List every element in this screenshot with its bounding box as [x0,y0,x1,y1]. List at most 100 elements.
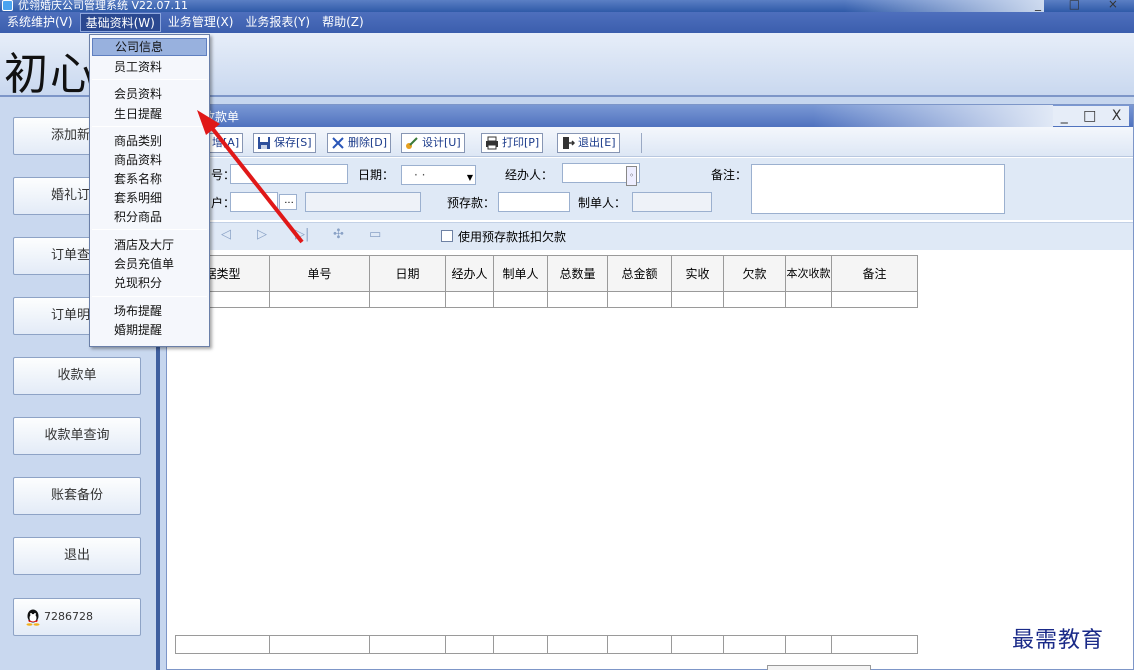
menu-item-wedding-date-reminder[interactable]: 婚期提醒 [92,321,207,339]
minimize-button[interactable]: _ [1061,108,1068,124]
print-button[interactable]: 打印[P] [481,133,544,153]
watermark: 最需教育 [1012,628,1105,653]
use-deposit-checkbox[interactable] [441,230,453,242]
handler-label: 经办人： [505,168,554,182]
menu-reports[interactable]: 业务报表(Y) [240,13,315,32]
add-button-label: 增[A] [212,136,240,149]
delete-button-label: 删除[D] [348,136,388,149]
date-picker[interactable]: · · ▼ [401,165,476,185]
toolbar-separator [641,133,642,153]
column-date[interactable]: 日期 [369,255,446,292]
remark-textarea[interactable] [751,164,1005,214]
receipt-window-titlebar[interactable]: 收款单 _ □ X [167,105,1133,127]
column-received[interactable]: 实收 [671,255,724,292]
menu-item-birthday-reminder[interactable]: 生日提醒 [92,105,207,123]
column-handler[interactable]: 经办人 [445,255,494,292]
window-controls[interactable]: _ □ × [1035,0,1130,11]
app-titlebar: 优翎婚庆公司管理系统 V22.07.11 _ □ × [0,0,1134,12]
receipt-grid: 据类型 单号 日期 经办人 制单人 总数量 总金额 实收 欠款 本次收款 备注 [175,255,918,308]
last-record-icon[interactable]: ▷| [295,227,309,242]
design-button[interactable]: 设计[U] [401,133,465,153]
next-record-icon[interactable]: ▷ [257,227,267,242]
dropdown-arrow-icon: ▼ [466,173,473,182]
customer-browse-button[interactable]: ... [279,194,297,210]
save-button[interactable]: 保存[S] [253,133,316,153]
menu-basic-data[interactable]: 基础资料(W) [79,13,161,32]
deposit-input[interactable] [498,192,570,212]
maximize-button[interactable]: □ [1083,108,1096,124]
creator-field [632,192,712,212]
titlebar-highlight [844,0,1044,12]
column-owed[interactable]: 欠款 [723,255,786,292]
nav-receipt-button[interactable]: 收款单 [13,357,141,395]
exit-door-icon [563,137,575,149]
nav-receipt-query-button[interactable]: 收款单查询 [13,417,141,455]
column-creator[interactable]: 制单人 [493,255,548,292]
menu-item-member-data[interactable]: 会员资料 [92,85,207,103]
prev-record-icon[interactable]: ◁ [221,227,231,242]
menu-item-employee-data[interactable]: 员工资料 [92,58,207,76]
titlebar-highlight [813,105,1053,127]
menu-system[interactable]: 系统维护(V) [2,13,78,32]
creator-label: 制单人： [578,196,627,210]
basic-data-dropdown: 公司信息 员工资料 会员资料 生日提醒 商品类别 商品资料 套系名称 套系明细 … [89,34,210,347]
menu-item-product-data[interactable]: 商品资料 [92,151,207,169]
menu-separator [92,229,207,230]
date-label: 日期： [358,168,395,182]
main-menubar: 系统维护(V) 基础资料(W) 业务管理(X) 业务报表(Y) 帮助(Z) [0,12,1134,33]
column-remark[interactable]: 备注 [831,255,918,292]
floppy-disk-icon [258,137,270,149]
menu-item-redeem-points[interactable]: 兑现积分 [92,274,207,292]
handler-select[interactable]: ◦ [562,163,640,186]
use-deposit-label: 使用预存款抵扣欠款 [458,230,567,244]
delete-x-icon [332,137,344,149]
menu-item-company-info[interactable]: 公司信息 [92,38,207,56]
grid-header-row: 据类型 单号 日期 经办人 制单人 总数量 总金额 实收 欠款 本次收款 备注 [175,255,918,292]
app-icon [2,0,13,11]
menu-item-package-detail[interactable]: 套系明细 [92,189,207,207]
menu-item-points-product[interactable]: 积分商品 [92,208,207,226]
design-button-label: 设计[U] [422,136,461,149]
receipt-toolbar: 增[A] 保存[S] 删除[D] 设计[U] 打印[P] 退出[E] [167,127,1133,157]
qq-number: 7286728 [44,610,93,623]
nav-exit-button[interactable]: 退出 [13,537,141,575]
printer-icon [486,136,498,150]
menu-item-product-category[interactable]: 商品类别 [92,132,207,150]
nav-backup-button[interactable]: 账套备份 [13,477,141,515]
menu-item-package-name[interactable]: 套系名称 [92,170,207,188]
customer-input[interactable] [230,192,278,212]
menu-item-hotel-hall[interactable]: 酒店及大厅 [92,236,207,254]
nav-qq-button[interactable]: 7286728 [13,598,141,636]
qq-penguin-icon [26,609,40,626]
design-tools-icon [406,137,418,149]
exit-button[interactable]: 退出[E] [557,133,620,153]
menu-help[interactable]: 帮助(Z) [317,13,369,32]
table-row[interactable] [175,291,918,308]
column-total-amount[interactable]: 总金额 [607,255,672,292]
app-title: 优翎婚庆公司管理系统 V22.07.11 [18,0,189,12]
close-button[interactable]: X [1112,108,1122,124]
deposit-label: 预存款： [447,196,496,210]
menu-item-venue-reminder[interactable]: 场布提醒 [92,302,207,320]
grid-footer-row [175,635,918,654]
exit-button-label: 退出[E] [578,136,616,149]
column-this-payment[interactable]: 本次收款 [785,255,832,292]
menu-separator [92,126,207,127]
menu-business[interactable]: 业务管理(X) [163,13,239,32]
company-logo: 初心 [4,49,96,100]
column-total-qty[interactable]: 总数量 [547,255,608,292]
save-button-label: 保存[S] [274,136,312,149]
receipt-window: 收款单 _ □ X 增[A] 保存[S] 删除[D] 设计[U] 打印[P] 退… [166,104,1134,670]
menu-separator [92,296,207,297]
print-button-label: 打印[P] [502,136,540,149]
number-input[interactable] [230,164,348,184]
customer-name-field [305,192,421,212]
select-arrow-icon: ◦ [626,166,637,186]
add-record-icon[interactable]: ✣ [333,227,344,242]
remove-record-icon[interactable]: ▭ [369,227,381,242]
column-number[interactable]: 单号 [269,255,370,292]
delete-button[interactable]: 删除[D] [327,133,392,153]
menu-item-member-topup[interactable]: 会员充值单 [92,255,207,273]
receipt-form: 号： 日期： · · ▼ 经办人： ◦ 备注： 户： ... 预存款： 制单人： [167,158,1133,220]
bottom-button-edge[interactable] [767,665,871,670]
